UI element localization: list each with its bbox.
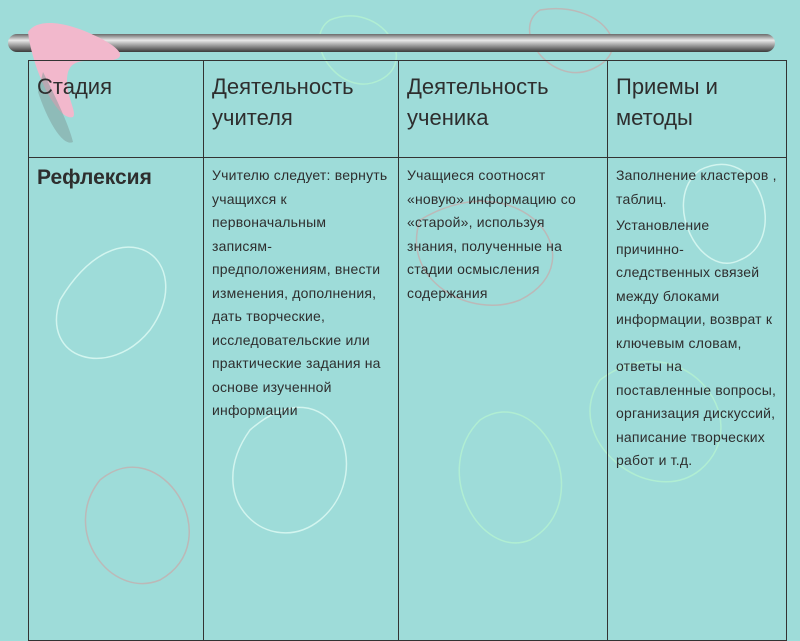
header-methods: Приемы и методы — [607, 60, 787, 158]
header-teacher-activity: Деятельность учителя — [203, 60, 399, 158]
table-row: Рефлексия Учителю следует: вернуть учащи… — [28, 157, 787, 641]
methods-text-2: Установление причинно-следственных связе… — [616, 217, 777, 468]
reflection-stage-table: Стадия Деятельность учителя Деятельность… — [28, 60, 787, 641]
teacher-activity-cell: Учителю следует: вернуть учащихся к перв… — [203, 157, 399, 641]
methods-text-1: Заполнение кластеров , таблиц. — [616, 167, 777, 207]
methods-cell: Заполнение кластеров , таблиц. Установле… — [607, 157, 787, 641]
stage-cell: Рефлексия — [28, 157, 204, 641]
student-activity-cell: Учащиеся соотносят «новую» информацию со… — [398, 157, 608, 641]
header-stage: Стадия — [28, 60, 204, 158]
table-header-row: Стадия Деятельность учителя Деятельность… — [28, 60, 787, 158]
header-student-activity: Деятельность ученика — [398, 60, 608, 158]
